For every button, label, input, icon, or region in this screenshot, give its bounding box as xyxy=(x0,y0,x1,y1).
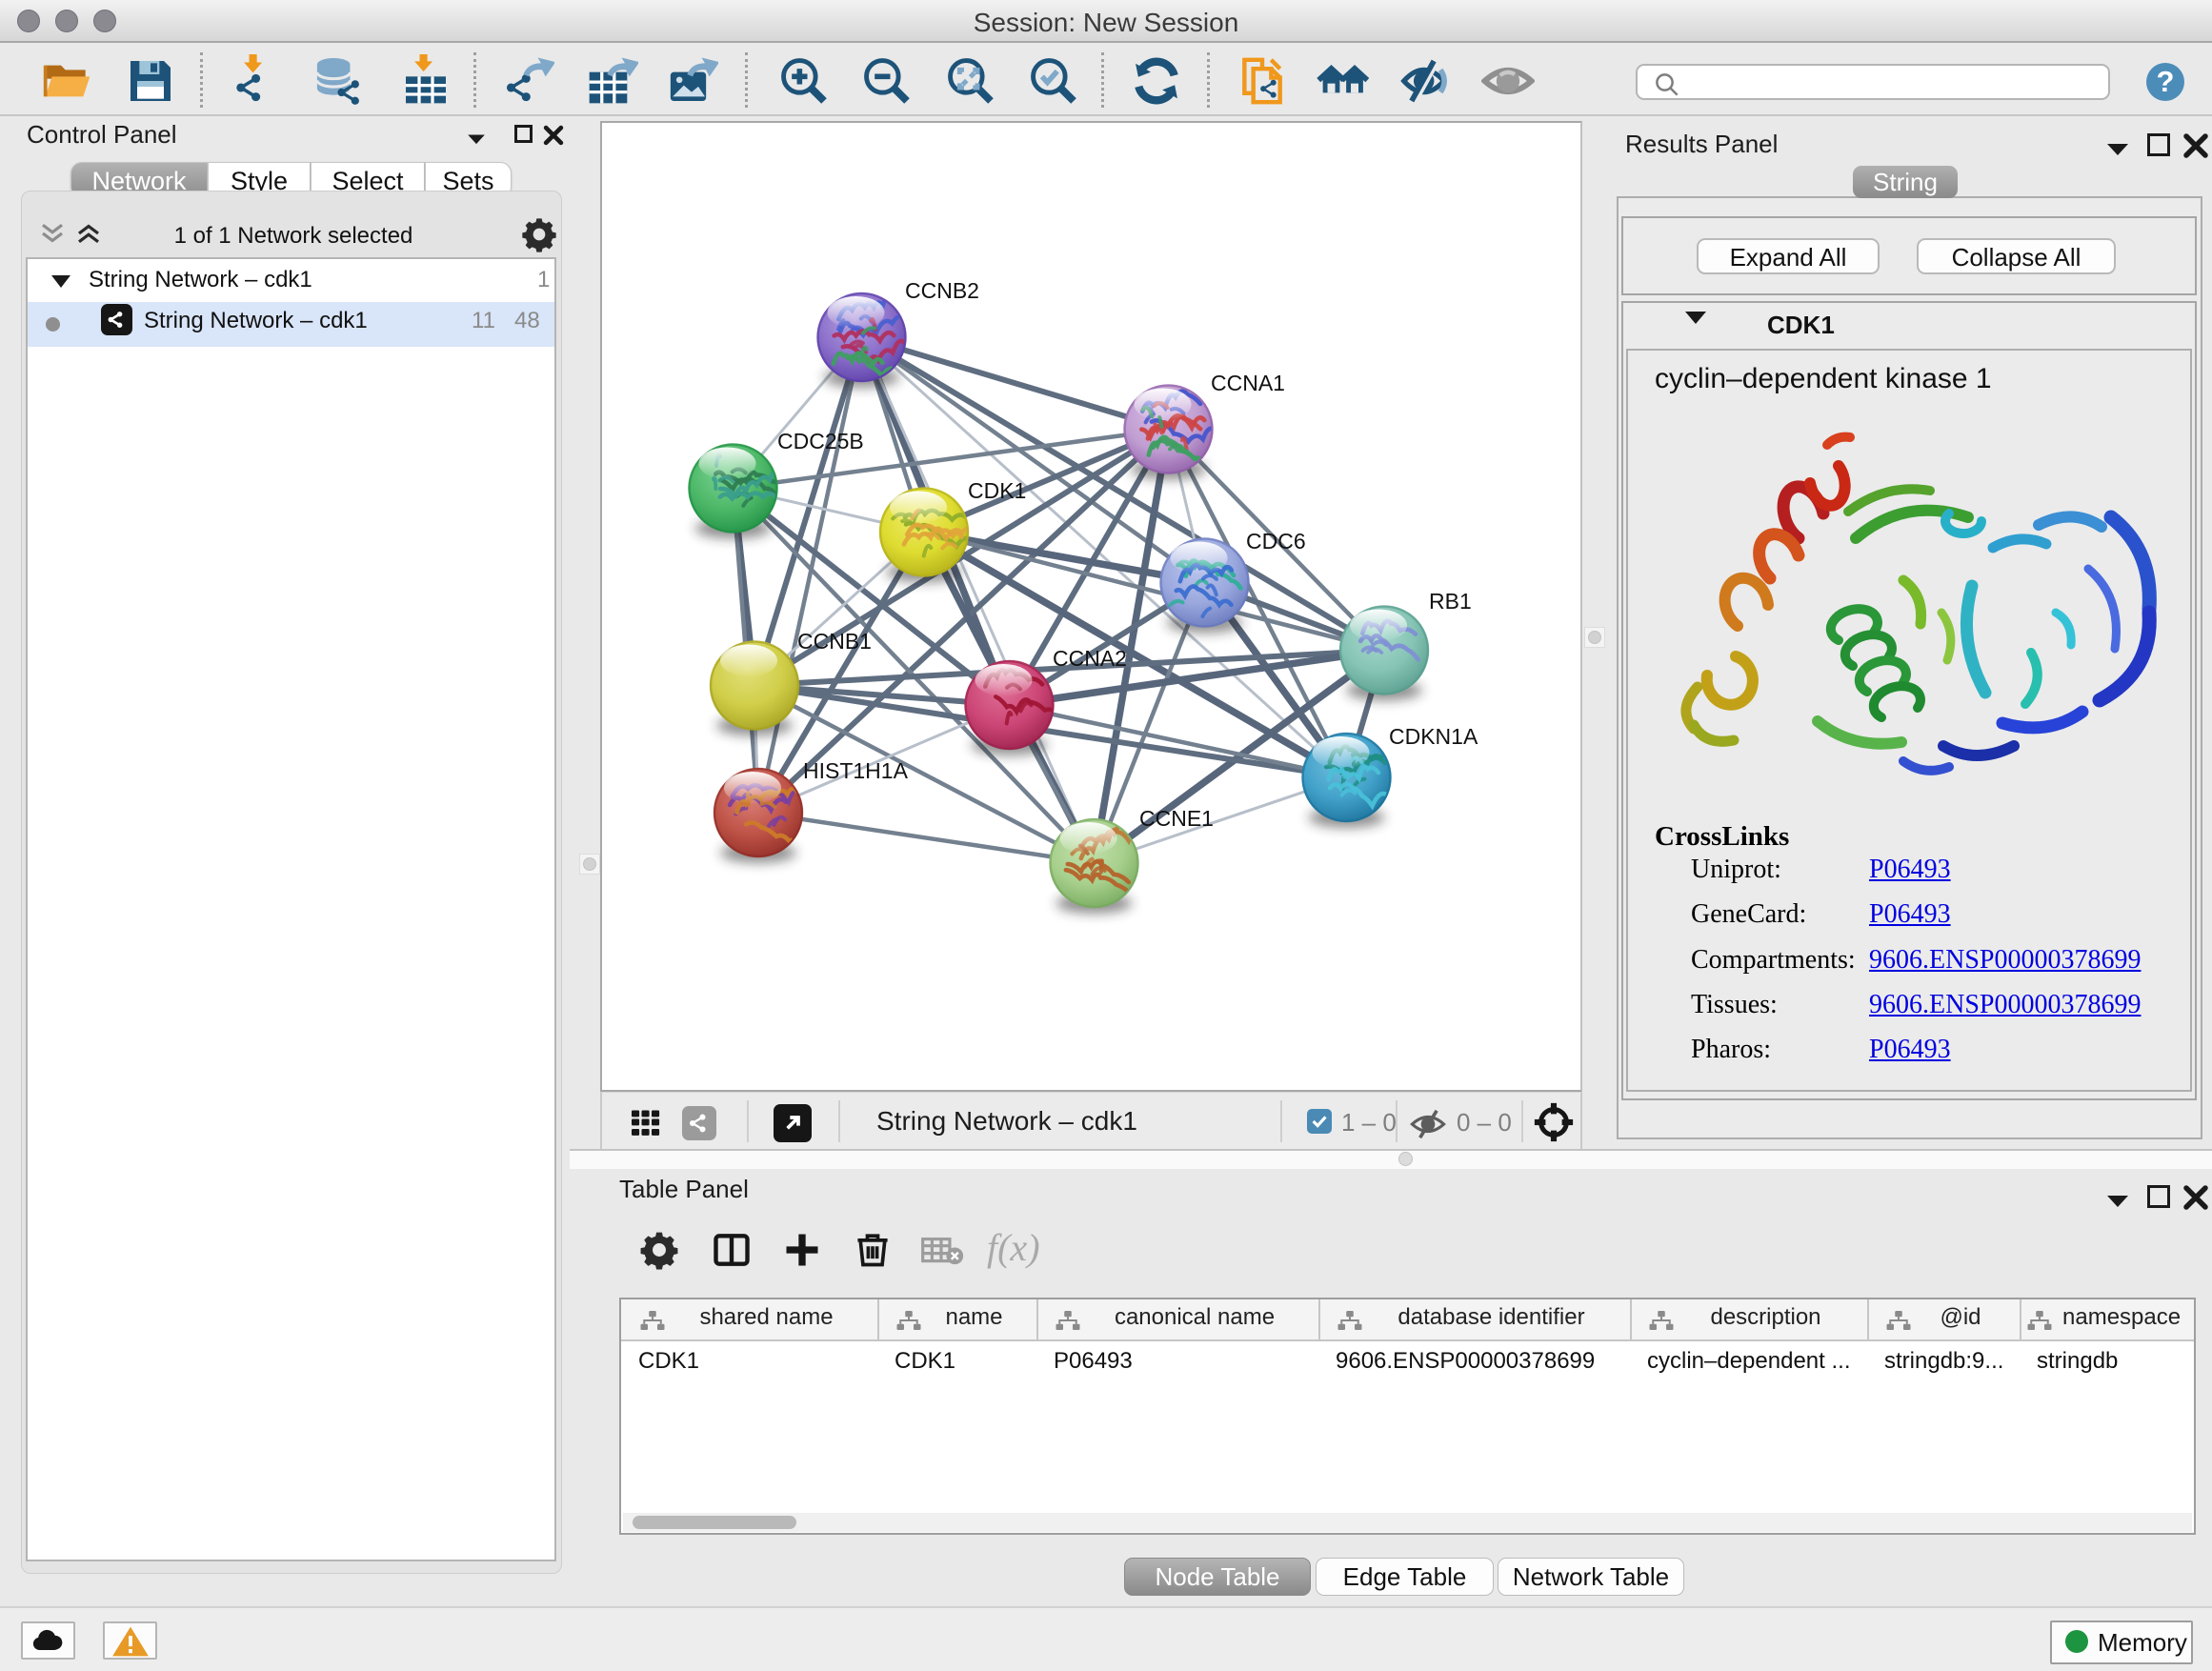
svg-text:RB1: RB1 xyxy=(1429,589,1472,614)
svg-text:CCNB2: CCNB2 xyxy=(905,278,979,303)
svg-text:CDKN1A: CDKN1A xyxy=(1389,724,1478,749)
svg-text:CDC25B: CDC25B xyxy=(777,429,864,453)
svg-text:CCNA1: CCNA1 xyxy=(1211,371,1285,395)
svg-text:CDC6: CDC6 xyxy=(1246,529,1306,554)
svg-text:CDK1: CDK1 xyxy=(968,478,1026,503)
svg-text:CCNA2: CCNA2 xyxy=(1053,646,1127,671)
svg-text:HIST1H1A: HIST1H1A xyxy=(803,758,909,783)
svg-text:CCNB1: CCNB1 xyxy=(797,629,872,654)
svg-text:CCNE1: CCNE1 xyxy=(1139,806,1214,831)
